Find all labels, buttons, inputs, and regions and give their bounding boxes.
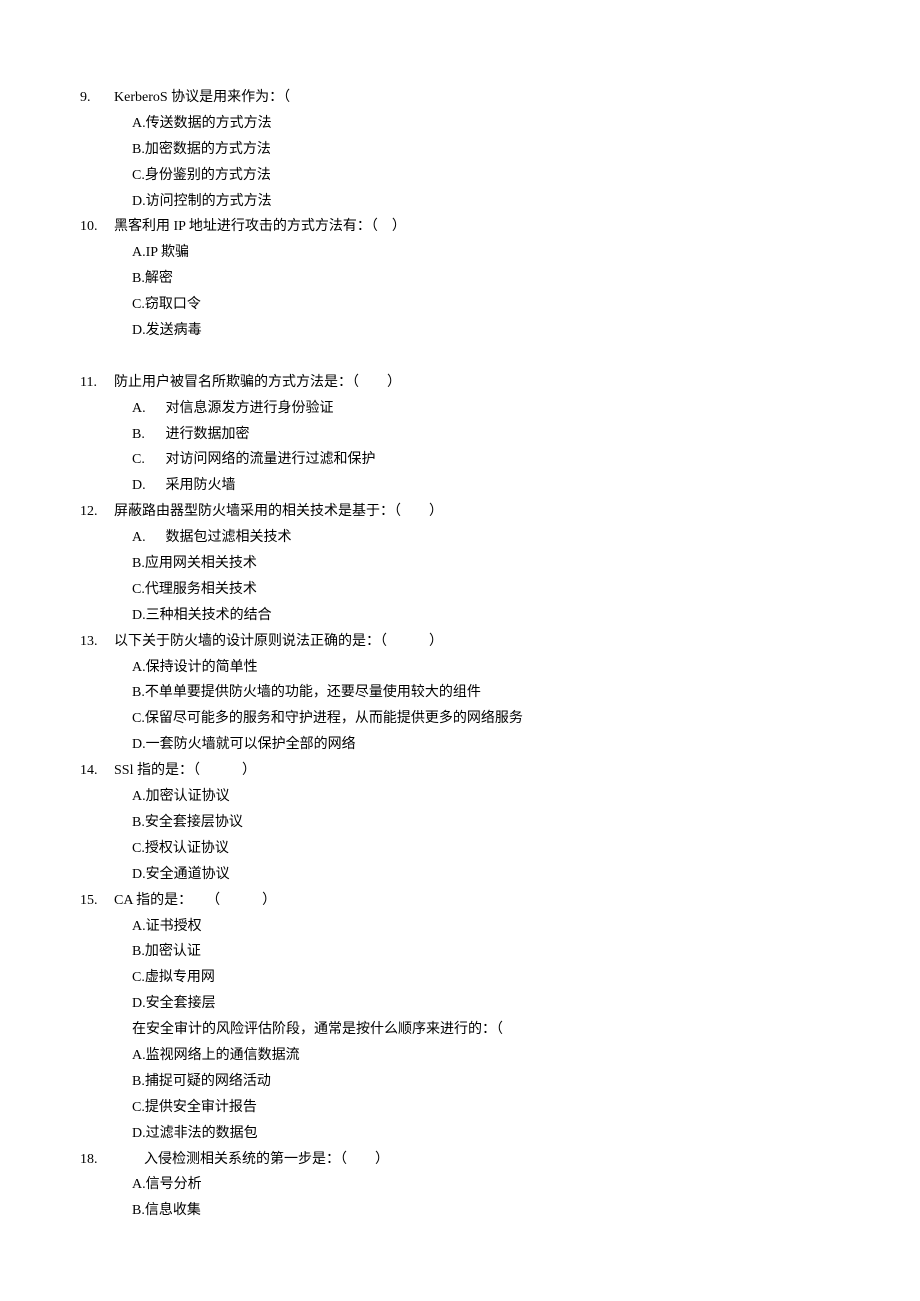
- option-c: C.提供安全审计报告: [132, 1095, 840, 1121]
- options: A.保持设计的简单性 B.不单单要提供防火墙的功能，还要尽量使用较大的组件 C.…: [80, 655, 840, 759]
- question-10: 10. 黑客利用 IP 地址进行攻击的方式方法有：（ ） A.IP 欺骗 B.解…: [80, 214, 840, 343]
- option-a: A.保持设计的简单性: [132, 655, 840, 681]
- question-15: 15. CA 指的是： （ ） A.证书授权 B.加密认证 C.虚拟专用网 D.…: [80, 888, 840, 1017]
- options: A.加密认证协议 B.安全套接层协议 C.授权认证协议 D.安全通道协议: [80, 784, 840, 888]
- question-stem: 12. 屏蔽路由器型防火墙采用的相关技术是基于：（ ）: [80, 499, 840, 525]
- question-number: 9.: [80, 85, 114, 111]
- question-stem: 9. KerberoS 协议是用来作为：（: [80, 85, 840, 111]
- option-a: A.加密认证协议: [132, 784, 840, 810]
- options: A.证书授权 B.加密认证 C.虚拟专用网 D.安全套接层: [80, 914, 840, 1018]
- question-9: 9. KerberoS 协议是用来作为：（ A.传送数据的方式方法 B.加密数据…: [80, 85, 840, 214]
- option-c: C. 对访问网络的流量进行过滤和保护: [132, 447, 840, 473]
- question-number: 15.: [80, 888, 114, 914]
- option-d: D.三种相关技术的结合: [132, 603, 840, 629]
- option-d: D.过滤非法的数据包: [132, 1121, 840, 1147]
- question-number: 11.: [80, 370, 114, 396]
- question-stem: 11. 防止用户被冒名所欺骗的方式方法是：（ ）: [80, 370, 840, 396]
- question-text: 以下关于防火墙的设计原则说法正确的是：（ ）: [114, 629, 840, 655]
- option-d: D. 采用防火墙: [132, 473, 840, 499]
- question-12: 12. 屏蔽路由器型防火墙采用的相关技术是基于：（ ） A. 数据包过滤相关技术…: [80, 499, 840, 628]
- option-b: B. 进行数据加密: [132, 422, 840, 448]
- question-text: 防止用户被冒名所欺骗的方式方法是：（ ）: [114, 370, 840, 396]
- question-11: 11. 防止用户被冒名所欺骗的方式方法是：（ ） A. 对信息源发方进行身份验证…: [80, 370, 840, 499]
- option-b: B.加密认证: [132, 939, 840, 965]
- option-c: C.虚拟专用网: [132, 965, 840, 991]
- question-text: KerberoS 协议是用来作为：（: [114, 85, 840, 111]
- question-stem: 15. CA 指的是： （ ）: [80, 888, 840, 914]
- option-b: B.不单单要提供防火墙的功能，还要尽量使用较大的组件: [132, 680, 840, 706]
- option-c: C.保留尽可能多的服务和守护进程，从而能提供更多的网络服务: [132, 706, 840, 732]
- question-text: 屏蔽路由器型防火墙采用的相关技术是基于：（ ）: [114, 499, 840, 525]
- option-b: B.捕捉可疑的网络活动: [132, 1069, 840, 1095]
- question-stem: 14. SSl 指的是：（ ）: [80, 758, 840, 784]
- option-a: A.监视网络上的通信数据流: [132, 1043, 840, 1069]
- option-b: B.解密: [132, 266, 840, 292]
- question-stem: 在安全审计的风险评估阶段，通常是按什么顺序来进行的：（: [80, 1017, 840, 1043]
- question-text: SSl 指的是：（ ）: [114, 758, 840, 784]
- option-a: A.信号分析: [132, 1172, 840, 1198]
- option-b: B.信息收集: [132, 1198, 840, 1224]
- option-d: D.安全通道协议: [132, 862, 840, 888]
- question-number: 10.: [80, 214, 114, 240]
- question-18: 18. 入侵检测相关系统的第一步是：（ ） A.信号分析 B.信息收集: [80, 1147, 840, 1225]
- question-13: 13. 以下关于防火墙的设计原则说法正确的是：（ ） A.保持设计的简单性 B.…: [80, 629, 840, 758]
- options: A. 对信息源发方进行身份验证 B. 进行数据加密 C. 对访问网络的流量进行过…: [80, 396, 840, 500]
- question-text: 入侵检测相关系统的第一步是：（ ）: [130, 1147, 840, 1173]
- option-d: D.发送病毒: [132, 318, 840, 344]
- question-text: 黑客利用 IP 地址进行攻击的方式方法有：（ ）: [114, 214, 840, 240]
- option-c: C.授权认证协议: [132, 836, 840, 862]
- question-stem: 18. 入侵检测相关系统的第一步是：（ ）: [80, 1147, 840, 1173]
- option-b: B.应用网关相关技术: [132, 551, 840, 577]
- question-number: 18.: [80, 1147, 130, 1173]
- option-a: A.IP 欺骗: [132, 240, 840, 266]
- option-c: C.身份鉴别的方式方法: [132, 163, 840, 189]
- option-c: C.窃取口令: [132, 292, 840, 318]
- blank-line: [80, 344, 840, 370]
- option-c: C.代理服务相关技术: [132, 577, 840, 603]
- question-stem: 13. 以下关于防火墙的设计原则说法正确的是：（ ）: [80, 629, 840, 655]
- option-d: D.访问控制的方式方法: [132, 189, 840, 215]
- option-a: A. 数据包过滤相关技术: [132, 525, 840, 551]
- question-number: 14.: [80, 758, 114, 784]
- option-d: D.一套防火墙就可以保护全部的网络: [132, 732, 840, 758]
- question-number: 12.: [80, 499, 114, 525]
- option-b: B.加密数据的方式方法: [132, 137, 840, 163]
- question-unnumbered: 在安全审计的风险评估阶段，通常是按什么顺序来进行的：（ A.监视网络上的通信数据…: [80, 1017, 840, 1146]
- question-stem: 10. 黑客利用 IP 地址进行攻击的方式方法有：（ ）: [80, 214, 840, 240]
- option-a: A. 对信息源发方进行身份验证: [132, 396, 840, 422]
- question-14: 14. SSl 指的是：（ ） A.加密认证协议 B.安全套接层协议 C.授权认…: [80, 758, 840, 887]
- options: A.信号分析 B.信息收集: [80, 1172, 840, 1224]
- question-text: CA 指的是： （ ）: [114, 888, 840, 914]
- option-a: A.传送数据的方式方法: [132, 111, 840, 137]
- option-a: A.证书授权: [132, 914, 840, 940]
- options: A.监视网络上的通信数据流 B.捕捉可疑的网络活动 C.提供安全审计报告 D.过…: [80, 1043, 840, 1147]
- options: A. 数据包过滤相关技术 B.应用网关相关技术 C.代理服务相关技术 D.三种相…: [80, 525, 840, 629]
- options: A.传送数据的方式方法 B.加密数据的方式方法 C.身份鉴别的方式方法 D.访问…: [80, 111, 840, 215]
- option-d: D.安全套接层: [132, 991, 840, 1017]
- options: A.IP 欺骗 B.解密 C.窃取口令 D.发送病毒: [80, 240, 840, 344]
- option-b: B.安全套接层协议: [132, 810, 840, 836]
- question-number: 13.: [80, 629, 114, 655]
